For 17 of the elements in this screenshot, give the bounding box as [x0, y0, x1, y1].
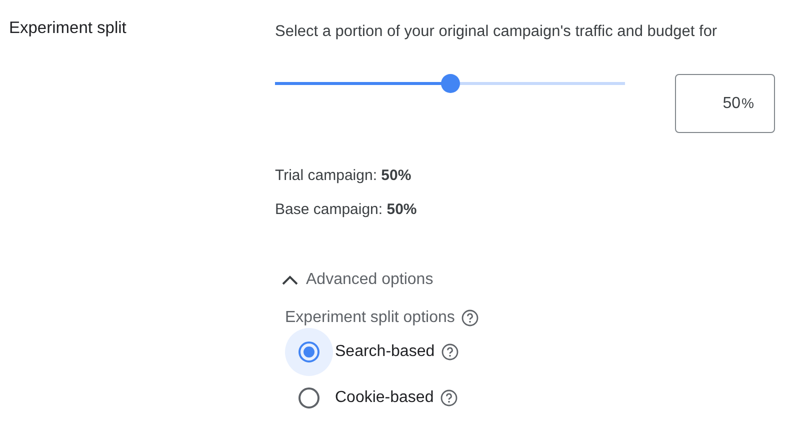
radio-button[interactable]: [298, 387, 320, 409]
option-label[interactable]: Search-based: [335, 340, 435, 364]
summary-text: Trial campaign: 50%: [275, 166, 412, 186]
description-text: Select a portion of your original campaign's traffic and budget for: [275, 22, 718, 42]
help-icon[interactable]: [440, 343, 459, 361]
advanced-options-toggle[interactable]: Advanced options: [275, 268, 434, 292]
percent-field[interactable]: 50%: [675, 74, 775, 133]
options-label: Experiment split options: [285, 308, 455, 328]
percent-suffix: %: [742, 94, 754, 113]
radio-button[interactable]: [298, 341, 320, 363]
help-icon[interactable]: [440, 389, 458, 407]
help-icon[interactable]: [460, 309, 479, 327]
slider-thumb[interactable]: [441, 74, 460, 93]
section-label: Experiment split: [9, 18, 128, 39]
summary-text: Base campaign: 50%: [275, 200, 418, 220]
option-label[interactable]: Cookie-based: [335, 386, 434, 410]
percent-input[interactable]: 50: [710, 92, 741, 116]
